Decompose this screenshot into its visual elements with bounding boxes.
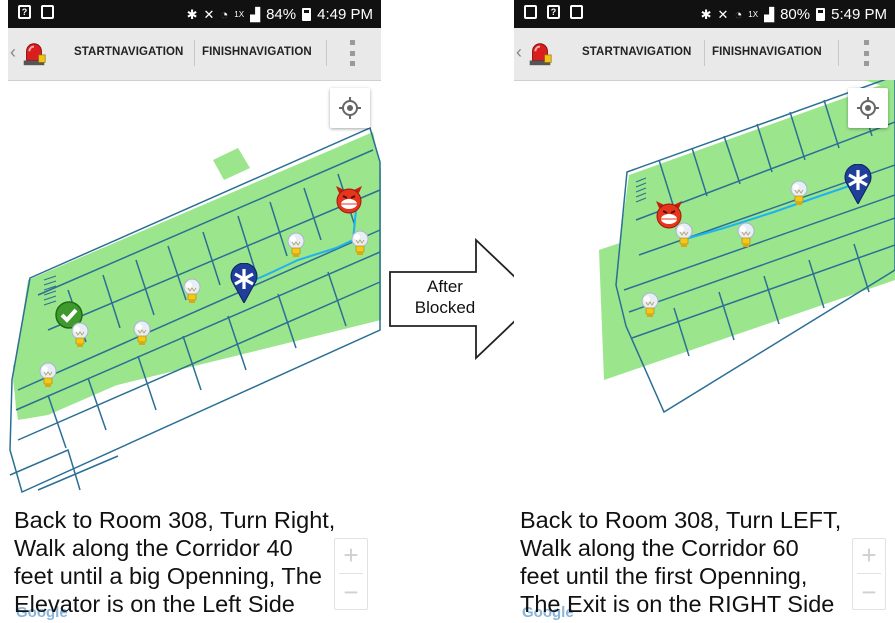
mute-icon: ✕ <box>717 6 729 22</box>
actionbar-divider <box>194 40 195 66</box>
overflow-menu-icon[interactable] <box>864 40 870 66</box>
network-badge: 1X <box>234 10 245 19</box>
transition-label: After Blocked <box>414 277 476 317</box>
back-chevron-icon[interactable]: ‹ <box>10 42 16 63</box>
finish-navigation-button[interactable]: FINISHNAVIGATION <box>712 46 822 58</box>
action-bar: ‹ STARTNAVIGATION FINISHNAVIGATION <box>8 28 381 81</box>
instruction-line: Walk along the Corridor 60 <box>520 535 799 561</box>
phone-screen-before: ? ✱ ✕ ◔ 1X ▟ 84% 4:49 PM ‹ STARTNAVIGATI… <box>8 0 381 623</box>
status-bar: ? ✱ ✕ ◔ 1X ▟ 84% 4:49 PM <box>8 0 381 28</box>
navigation-instruction: Back to Room 308, Turn Right, Walk along… <box>14 506 381 618</box>
actionbar-divider <box>326 40 327 66</box>
battery-percent: 80% <box>780 6 811 23</box>
network-badge: 1X <box>748 10 759 19</box>
instruction-line: Back to Room 308, Turn Right, <box>14 507 336 533</box>
clock: 5:49 PM <box>831 6 887 23</box>
actionbar-divider <box>704 40 705 66</box>
clock: 4:49 PM <box>317 6 373 23</box>
locate-icon <box>339 97 361 119</box>
instruction-line: Elevator is on the Left Side <box>14 591 295 617</box>
notification-question-icon: ? <box>547 5 560 19</box>
wifi-icon: ◔ <box>220 7 229 22</box>
devil-face-icon[interactable] <box>335 185 363 214</box>
action-bar: ‹ STARTNAVIGATION FINISHNAVIGATION <box>514 28 895 81</box>
instruction-line: feet until a big Openning, The <box>14 563 322 589</box>
my-location-button[interactable] <box>848 88 888 128</box>
notification-image-icon <box>41 5 54 19</box>
actionbar-divider <box>838 40 839 66</box>
phone-screen-after: ? ✱ ✕ ◔ 1X ▟ 80% 5:49 PM ‹ STARTNAVIGATI… <box>514 0 895 623</box>
navigation-instruction: Back to Room 308, Turn LEFT, Walk along … <box>520 506 890 618</box>
wifi-icon: ◔ <box>734 7 743 22</box>
battery-icon <box>302 8 312 21</box>
start-navigation-button[interactable]: STARTNAVIGATION <box>74 46 183 58</box>
mute-icon: ✕ <box>203 6 215 22</box>
back-chevron-icon[interactable]: ‹ <box>516 42 522 63</box>
status-bar: ? ✱ ✕ ◔ 1X ▟ 80% 5:49 PM <box>514 0 895 28</box>
signal-icon: ▟ <box>764 6 775 22</box>
alarm-siren-icon[interactable] <box>526 40 554 68</box>
instruction-line: feet until the first Openning, <box>520 563 808 589</box>
notification-mail-icon <box>524 5 537 19</box>
instruction-line: Walk along the Corridor 40 <box>14 535 293 561</box>
notification-question-icon: ? <box>18 5 31 19</box>
notification-image-icon <box>570 5 583 19</box>
bluetooth-icon: ✱ <box>700 6 712 22</box>
alarm-siren-icon[interactable] <box>20 40 48 68</box>
locate-icon <box>857 97 879 119</box>
battery-percent: 84% <box>266 6 297 23</box>
bluetooth-icon: ✱ <box>186 6 198 22</box>
instruction-line: Back to Room 308, Turn LEFT, <box>520 507 842 533</box>
instruction-line: The Exit is on the RIGHT Side <box>520 591 835 617</box>
overflow-menu-icon[interactable] <box>350 40 356 66</box>
devil-face-icon[interactable] <box>655 200 683 229</box>
floor-map[interactable] <box>8 80 381 500</box>
my-location-button[interactable] <box>330 88 370 128</box>
start-navigation-button[interactable]: STARTNAVIGATION <box>582 46 691 58</box>
floor-map[interactable] <box>514 80 895 500</box>
finish-navigation-button[interactable]: FINISHNAVIGATION <box>202 46 312 58</box>
signal-icon: ▟ <box>250 6 261 22</box>
battery-icon <box>816 8 826 21</box>
